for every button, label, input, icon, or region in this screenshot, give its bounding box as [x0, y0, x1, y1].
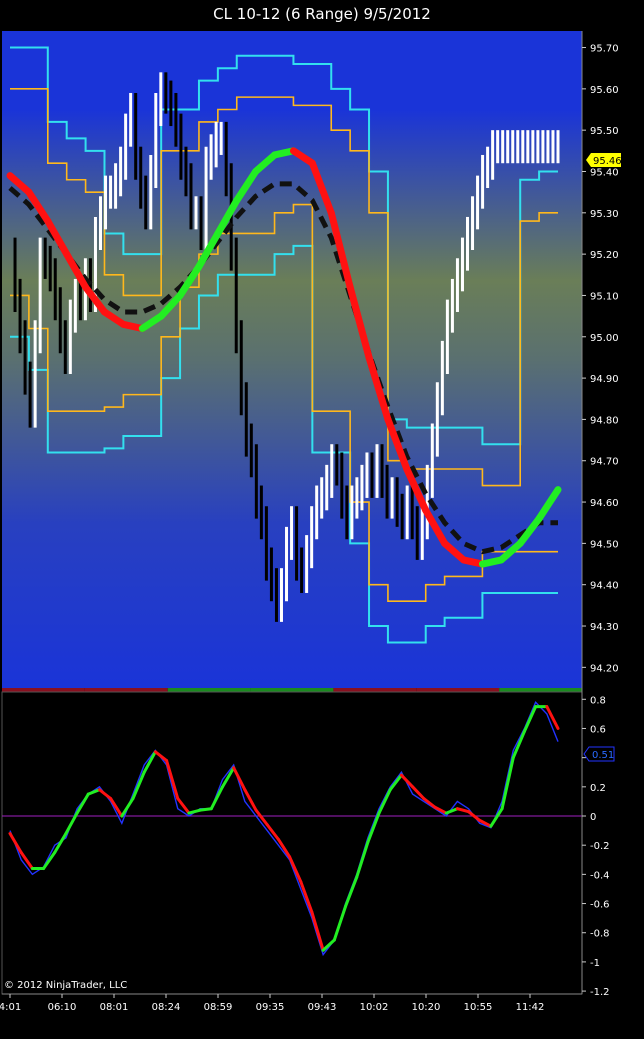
- price-tick-label: 94.40: [590, 581, 619, 592]
- trend-strip-segment: [250, 688, 334, 692]
- time-tick-label: 11:42: [516, 1002, 545, 1013]
- price-tick-label: 95.70: [590, 44, 619, 55]
- oscillator-smoothed-segment: [198, 807, 213, 812]
- time-tick-label: 10:55: [464, 1002, 493, 1013]
- time-tick-label: 4:01: [0, 1002, 21, 1013]
- price-tick-label: 95.20: [590, 250, 619, 261]
- price-tick-label: 95.30: [590, 209, 619, 220]
- time-tick-label: 09:35: [256, 1002, 285, 1013]
- time-tick-label: 10:20: [412, 1002, 441, 1013]
- price-tick-label: 95.60: [590, 85, 619, 96]
- time-tick-label: 08:59: [204, 1002, 233, 1013]
- trend-strip-segment: [416, 688, 500, 692]
- trend-strip: [2, 688, 582, 692]
- trend-strip-segment: [333, 688, 417, 692]
- price-tick-label: 94.80: [590, 415, 619, 426]
- oscillator-tick-label: 0.2: [590, 783, 606, 794]
- oscillator-tick-label: -0.6: [590, 900, 610, 911]
- price-tick-label: 94.70: [590, 457, 619, 468]
- price-tick-label: 95.00: [590, 333, 619, 344]
- oscillator-tick-label: 0: [590, 812, 596, 823]
- oscillator-tick-label: -0.8: [590, 929, 610, 940]
- oscillator-tick-label: -0.4: [590, 870, 610, 881]
- price-tick-label: 94.50: [590, 539, 619, 550]
- price-tick-label: 95.10: [590, 291, 619, 302]
- oscillator-panel-background: [1, 691, 583, 995]
- oscillator-axis: -1.2-1-0.8-0.6-0.4-0.200.20.40.60.8: [582, 695, 610, 998]
- time-tick-label: 08:01: [100, 1002, 129, 1013]
- trend-strip-segment: [84, 688, 168, 692]
- oscillator-tick-label: -1: [590, 958, 600, 969]
- trend-strip-segment: [499, 688, 582, 692]
- price-tick-label: 95.40: [590, 167, 619, 178]
- oscillator-value-label: 0.51: [592, 750, 614, 761]
- last-price-label: 95.46: [593, 156, 622, 167]
- last-price-badge: 95.46: [586, 153, 622, 167]
- price-tick-label: 94.60: [590, 498, 619, 509]
- price-axis: 94.20 94.30 94.40 94.50 94.60 94.70 94.80 94.90…: [582, 44, 619, 674]
- price-tick-label: 94.30: [590, 622, 619, 633]
- time-tick-label: 06:10: [48, 1002, 77, 1013]
- trend-strip-segment: [2, 688, 85, 692]
- oscillator-value-badge: 0.51: [583, 746, 615, 762]
- oscillator-tick-label: -0.2: [590, 841, 610, 852]
- oscillator-tick-label: 0.8: [590, 695, 606, 706]
- time-tick-label: 10:02: [360, 1002, 389, 1013]
- copyright-notice: © 2012 NinjaTrader, LLC: [4, 980, 128, 991]
- time-tick-label: 08:24: [152, 1002, 181, 1013]
- price-tick-label: 94.90: [590, 374, 619, 385]
- oscillator-tick-label: -1.2: [590, 987, 610, 998]
- price-tick-label: 95.50: [590, 126, 619, 137]
- price-panel-background: [2, 31, 582, 688]
- chart-canvas[interactable]: 94.20 94.30 94.40 94.50 94.60 94.70 94.80 94.90…: [0, 0, 644, 1039]
- time-axis: 4:01 06:10 08:01 08:24 08:59 09:35 09:43 10:02 1…: [0, 994, 544, 1013]
- price-tick-label: 94.20: [590, 663, 619, 674]
- time-tick-label: 09:43: [308, 1002, 337, 1013]
- oscillator-tick-label: 0.6: [590, 724, 606, 735]
- trend-strip-segment: [167, 688, 251, 692]
